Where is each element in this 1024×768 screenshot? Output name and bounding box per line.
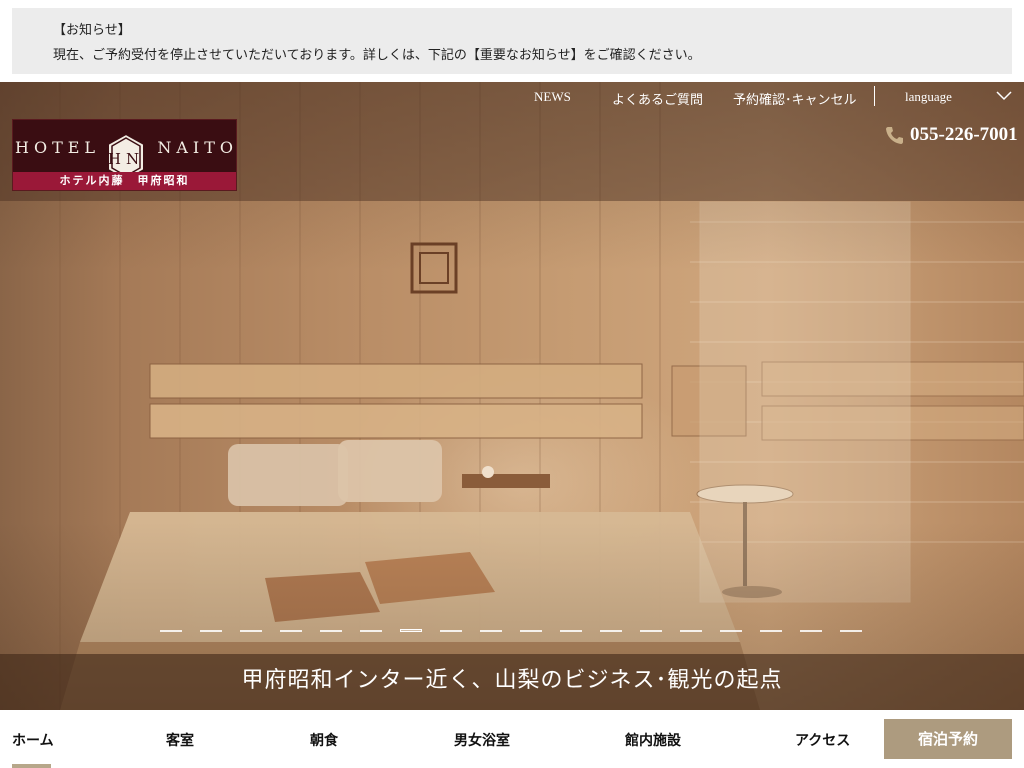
nav-news[interactable]: NEWS [534,89,571,105]
notice-banner: 【お知らせ】 現在、ご予約受付を停止させていただいております。詳しくは、下記の【… [12,8,1012,74]
slider-dot[interactable] [840,630,862,632]
slider-dot[interactable] [200,630,222,632]
slider-dot[interactable] [720,630,742,632]
slider-dot[interactable] [600,630,622,632]
slider-dot[interactable] [800,630,822,632]
slider-dot[interactable] [520,630,542,632]
language-select[interactable]: language [905,89,952,105]
reserve-button[interactable]: 宿泊予約 [884,719,1012,759]
nav-rooms[interactable]: 客室 [166,730,194,750]
slider-dot[interactable] [640,630,662,632]
slider-dot[interactable] [480,630,502,632]
slider-dot[interactable] [680,630,702,632]
slider-dot[interactable] [280,630,302,632]
nav-breakfast[interactable]: 朝食 [310,730,338,750]
logo-subtitle: ホテル内藤 甲府昭和 [13,172,236,190]
slider-dot[interactable] [760,630,782,632]
slider-indicators[interactable] [160,629,862,632]
slider-dot[interactable] [160,630,182,632]
slider-dot[interactable] [560,630,582,632]
logo-brand-right: NAITO [157,138,238,157]
logo-brand-left: HOTEL [15,138,101,157]
phone-number[interactable]: 055-226-7001 [884,124,1018,146]
slider-dot[interactable] [320,630,342,632]
nav-faq[interactable]: よくあるご質問 [612,89,703,107]
nav-divider [874,86,875,106]
notice-title: 【お知らせ】 [53,23,131,38]
phone-number-text: 055-226-7001 [910,124,1018,145]
main-nav: ホーム 客室 朝食 男女浴室 館内施設 アクセス 宿泊予約 [0,710,1024,768]
logo-emblem-text: HN [108,150,144,168]
hotel-logo[interactable]: HOTEL HN NAITO ホテル内藤 甲府昭和 [12,119,237,191]
nav-facilities[interactable]: 館内施設 [625,730,681,750]
nav-home[interactable]: ホーム [12,730,54,750]
slider-dot[interactable] [440,630,462,632]
active-nav-indicator [12,764,51,768]
nav-reservation-confirm[interactable]: 予約確認･キャンセル [733,89,857,107]
slider-dot[interactable] [360,630,382,632]
hero-caption: 甲府昭和インター近く、山梨のビジネス･観光の起点 [0,654,1024,710]
phone-icon [886,127,903,144]
slider-dot[interactable] [240,630,262,632]
notice-message: 現在、ご予約受付を停止させていただいております。詳しくは、下記の【重要なお知らせ… [53,48,701,63]
nav-access[interactable]: アクセス [795,730,850,750]
chevron-down-icon[interactable] [996,90,1012,102]
slider-dot[interactable] [400,629,422,632]
nav-bath[interactable]: 男女浴室 [454,730,510,750]
